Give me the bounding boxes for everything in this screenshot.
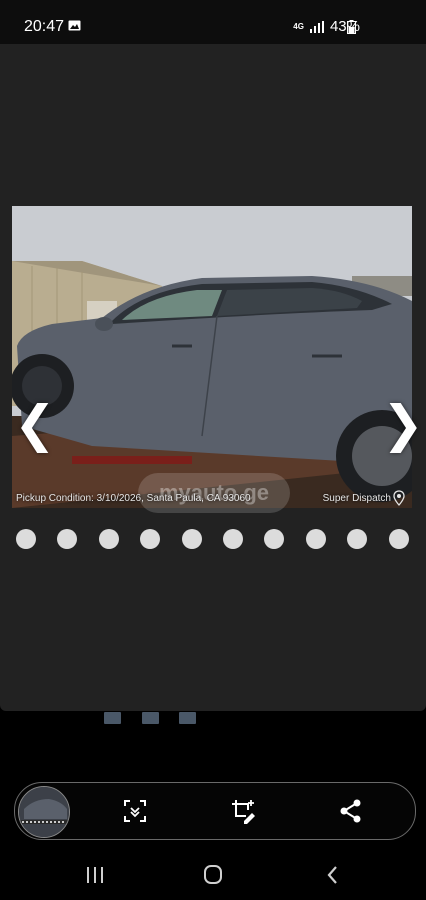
scan-icon[interactable] (121, 797, 149, 825)
signal-icon (309, 20, 324, 33)
pagination-dot[interactable] (305, 529, 326, 549)
back-icon[interactable] (318, 862, 348, 888)
pagination-dot[interactable] (140, 529, 161, 549)
thumbnail[interactable] (141, 712, 159, 724)
tool-bar (14, 782, 416, 840)
screenshot-thumbnail[interactable] (18, 786, 70, 838)
pagination-dot[interactable] (223, 529, 243, 549)
recents-icon[interactable] (80, 862, 110, 888)
status-bar: 20:47 4G 43% (0, 0, 426, 44)
home-icon[interactable] (198, 862, 228, 888)
network-label: 4G (293, 21, 304, 31)
pagination-dot[interactable] (264, 529, 285, 549)
thumbnail[interactable] (179, 712, 196, 724)
pagination-dot[interactable] (57, 529, 78, 549)
image-viewer-panel: ❮ ❯ myauto.ge Pickup Condition: 3/10/202… (0, 44, 426, 711)
car-photo-illustration (12, 206, 412, 508)
pagination-dot[interactable] (388, 529, 409, 549)
thumbnail[interactable] (104, 712, 121, 724)
pagination-dot[interactable] (98, 529, 119, 549)
edit-crop-icon[interactable] (229, 797, 257, 825)
navigation-bar (0, 850, 426, 900)
status-time: 20:47 (24, 18, 65, 35)
pagination-dot[interactable] (16, 529, 36, 549)
gallery-icon (68, 20, 81, 31)
battery-icon (347, 20, 356, 34)
next-image-arrow[interactable]: ❯ (382, 394, 424, 454)
photo-caption: Pickup Condition: 3/10/2026, Santa Paula… (16, 493, 251, 504)
pagination-dot[interactable] (181, 529, 202, 549)
pagination-dot[interactable] (347, 529, 368, 549)
pagination-dots (16, 529, 414, 549)
share-icon[interactable] (337, 797, 365, 825)
location-pin-icon (393, 490, 405, 506)
photo-source: Super Dispatch (322, 493, 391, 504)
car-photo[interactable] (12, 206, 412, 508)
previous-image-arrow[interactable]: ❮ (14, 394, 56, 454)
